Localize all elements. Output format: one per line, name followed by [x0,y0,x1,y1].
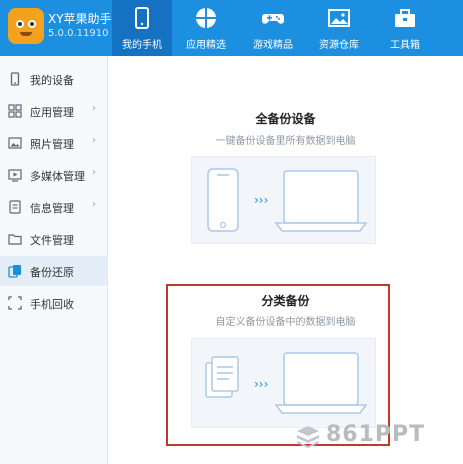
sidebar-item-label: 多媒体管理 [30,170,85,183]
tab-label: 资源仓库 [319,40,359,51]
tab-toolbox[interactable]: 工具箱 [375,0,435,56]
tab-games[interactable]: 游戏精品 [243,0,303,56]
chevron-right-icon: › [92,199,96,210]
watermark: 861PPT [294,418,454,454]
apps-icon [196,8,216,28]
folder-icon [8,234,22,245]
sidebar-item-phone-recycle[interactable]: 手机回收 [0,288,107,318]
device-icon [10,72,20,86]
category-backup-illustration[interactable]: ››› [191,338,376,428]
svg-text:›››: ››› [254,377,268,391]
chevron-right-icon: › [92,103,96,114]
tab-apps[interactable]: 应用精选 [176,0,236,56]
tab-my-phone[interactable]: 我的手机 [112,0,172,56]
sidebar-item-label: 应用管理 [30,106,74,119]
full-backup-title[interactable]: 全备份设备 [108,110,463,127]
gamepad-icon [262,14,284,24]
sidebar-item-label: 文件管理 [30,234,74,247]
sidebar-item-label: 备份还原 [30,266,74,279]
grid-icon [8,104,22,118]
tab-label: 应用精选 [186,40,226,51]
sidebar-item-label: 信息管理 [30,202,74,215]
sidebar-item-my-device[interactable]: 我的设备 [0,64,107,94]
app-version: 5.0.0.11910 [48,28,109,39]
recycle-icon [8,296,22,310]
sidebar-item-backup-restore[interactable]: 备份还原 [0,256,107,286]
sidebar-item-photo-management[interactable]: 照片管理 › [0,128,107,158]
sidebar: 我的设备 应用管理 › 照片管理 › 多媒体管理 › 信息管理 › 文件管理 备… [0,56,108,464]
tab-label: 游戏精品 [253,40,293,51]
backup-icon [8,265,21,278]
category-backup-title[interactable]: 分类备份 [108,292,463,309]
xy-mascot-icon [8,8,44,44]
sidebar-item-file-management[interactable]: 文件管理 [0,224,107,254]
phone-to-laptop-icon: ››› [207,168,368,232]
sidebar-item-app-management[interactable]: 应用管理 › [0,96,107,126]
app-brand: XY苹果助手 5.0.0.11910 [8,8,116,48]
phone-icon [135,7,149,29]
sidebar-item-message-management[interactable]: 信息管理 › [0,192,107,222]
top-bar: XY苹果助手 5.0.0.11910 我的手机 应用精选 游戏精品 资源仓库 工… [0,0,463,56]
sidebar-item-label: 照片管理 [30,138,74,151]
app-title: XY苹果助手 [48,12,112,26]
chevron-right-icon: › [92,135,96,146]
svg-text:›››: ››› [254,193,268,207]
full-backup-subtitle: 一键备份设备里所有数据到电脑 [215,136,356,147]
category-backup-subtitle: 自定义备份设备中的数据到电脑 [215,317,356,328]
tab-label: 工具箱 [390,40,420,51]
full-backup-illustration[interactable]: ››› [191,156,376,244]
tab-resources[interactable]: 资源仓库 [309,0,369,56]
sidebar-item-label: 我的设备 [30,74,74,87]
message-icon [9,200,21,214]
media-icon [8,169,22,182]
photo-icon [8,137,22,149]
main-content: 全备份设备 一键备份设备里所有数据到电脑 ››› 分类备份 自定义备份设备中的数… [108,56,463,464]
sidebar-item-label: 手机回收 [30,298,74,311]
watermark-text: 861PPT [326,422,426,447]
toolbox-icon [395,9,415,27]
tab-label: 我的手机 [122,40,162,51]
files-to-laptop-icon: ››› [205,352,368,414]
chevron-right-icon: › [92,167,96,178]
image-icon [328,9,350,27]
stack-logo-icon [297,426,319,448]
sidebar-item-media-management[interactable]: 多媒体管理 › [0,160,107,190]
